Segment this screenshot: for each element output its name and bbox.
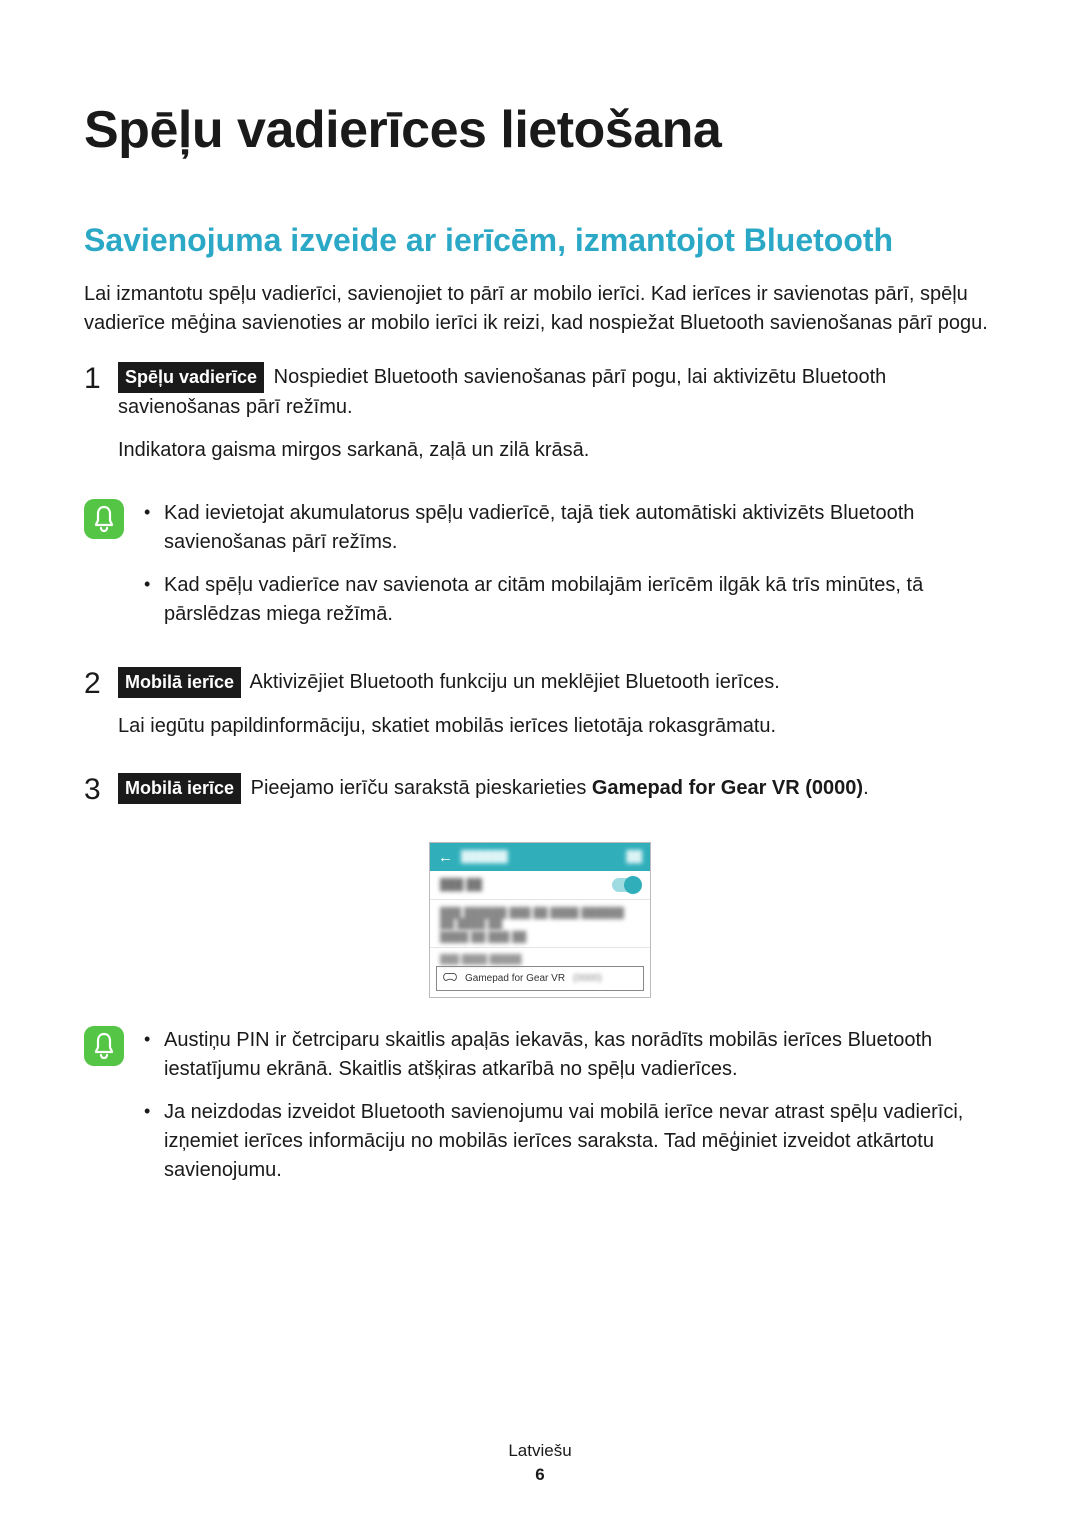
step-body: Mobilā ierīce Aktivizējiet Bluetooth fun… (118, 667, 996, 755)
info-bell-icon (84, 1026, 124, 1066)
gamepad-icon (443, 972, 457, 985)
note-bullet: Ja neizdodas izveidot Bluetooth savienoj… (164, 1098, 996, 1185)
step-1: 1 Spēļu vadierīce Nospiediet Bluetooth s… (84, 362, 996, 479)
header-blurred-label: ██████ (461, 851, 508, 863)
footer-language: Latviešu (0, 1439, 1080, 1463)
page-title: Spēļu vadierīces lietošana (84, 100, 996, 160)
step-body: Mobilā ierīce Pieejamo ierīču sarakstā p… (118, 773, 996, 818)
note-bullet: Kad spēļu vadierīce nav savienota ar cit… (164, 571, 996, 629)
note-bullet: Kad ievietojat akumulatorus spēļu vadier… (164, 499, 996, 557)
step-3: 3 Mobilā ierīce Pieejamo ierīču sarakstā… (84, 773, 996, 818)
back-arrow-icon: ← (438, 849, 453, 866)
step-text: Mobilā ierīce Aktivizējiet Bluetooth fun… (118, 667, 996, 698)
step-body: Spēļu vadierīce Nospiediet Bluetooth sav… (118, 362, 996, 479)
available-device-row: Gamepad for Gear VR (0000) (436, 966, 644, 991)
step-number: 3 (84, 773, 118, 805)
manual-page: Spēļu vadierīces lietošana Savienojuma i… (0, 0, 1080, 1527)
bell-icon (92, 1032, 116, 1060)
step-text: Spēļu vadierīce Nospiediet Bluetooth sav… (118, 362, 996, 422)
bluetooth-toggle-row: ███ ██ (430, 871, 650, 900)
step-text: Mobilā ierīce Pieejamo ierīču sarakstā p… (118, 773, 996, 804)
phone-subtext: ███ ██████ ███ ██ ████ ██████ ██ ████ ██… (430, 900, 650, 948)
step-suffix: . (863, 777, 869, 799)
bluetooth-settings-screenshot: ← ██████ ██ ███ ██ ███ ██████ ███ ██ ███… (84, 842, 996, 998)
note-icon-wrap (84, 1024, 140, 1066)
device-name: Gamepad for Gear VR (465, 973, 565, 984)
note-block: Austiņu PIN ir četrciparu skaitlis apaļā… (84, 1024, 996, 1199)
step-bold: Gamepad for Gear VR (0000) (592, 777, 863, 799)
step-subtext: Lai iegūtu papildinformāciju, skatiet mo… (118, 712, 996, 741)
note-content: Kad ievietojat akumulatorus spēļu vadier… (140, 497, 996, 643)
note-content: Austiņu PIN ir četrciparu skaitlis apaļā… (140, 1024, 996, 1199)
step-number: 1 (84, 362, 118, 394)
header-blurred-right: ██ (626, 851, 642, 863)
blurred-line: ████ ██ ███ ██ (440, 932, 640, 943)
page-number: 6 (0, 1463, 1080, 1487)
step-prefix: Pieejamo ierīču sarakstā pieskarieties (251, 777, 592, 799)
device-pin-blurred: (0000) (573, 973, 602, 984)
device-badge: Mobilā ierīce (118, 773, 241, 804)
intro-paragraph: Lai izmantotu spēļu vadierīci, savienoji… (84, 280, 996, 338)
device-badge: Mobilā ierīce (118, 667, 241, 698)
phone-header: ← ██████ ██ (430, 843, 650, 871)
row-blurred-label: ███ ██ (440, 879, 482, 891)
note-icon-wrap (84, 497, 140, 539)
note-bullet: Austiņu PIN ir četrciparu skaitlis apaļā… (164, 1026, 996, 1084)
info-bell-icon (84, 499, 124, 539)
step-number: 2 (84, 667, 118, 699)
step-line: Aktivizējiet Bluetooth funkciju un meklē… (250, 671, 780, 693)
section-heading: Savienojuma izveide ar ierīcēm, izmantoj… (84, 220, 996, 260)
note-block: Kad ievietojat akumulatorus spēļu vadier… (84, 497, 996, 643)
step-2: 2 Mobilā ierīce Aktivizējiet Bluetooth f… (84, 667, 996, 755)
blurred-line: ███ ██████ ███ ██ ████ ██████ ██ ████ ██ (440, 908, 640, 930)
phone-frame: ← ██████ ██ ███ ██ ███ ██████ ███ ██ ███… (429, 842, 651, 998)
page-footer: Latviešu 6 (0, 1439, 1080, 1487)
toggle-switch-on-icon (612, 878, 640, 892)
bell-icon (92, 505, 116, 533)
available-devices-label-blurred: ███ ████ █████ (430, 948, 650, 966)
step-subtext: Indikatora gaisma mirgos sarkanā, zaļā u… (118, 436, 996, 465)
device-badge: Spēļu vadierīce (118, 362, 264, 393)
